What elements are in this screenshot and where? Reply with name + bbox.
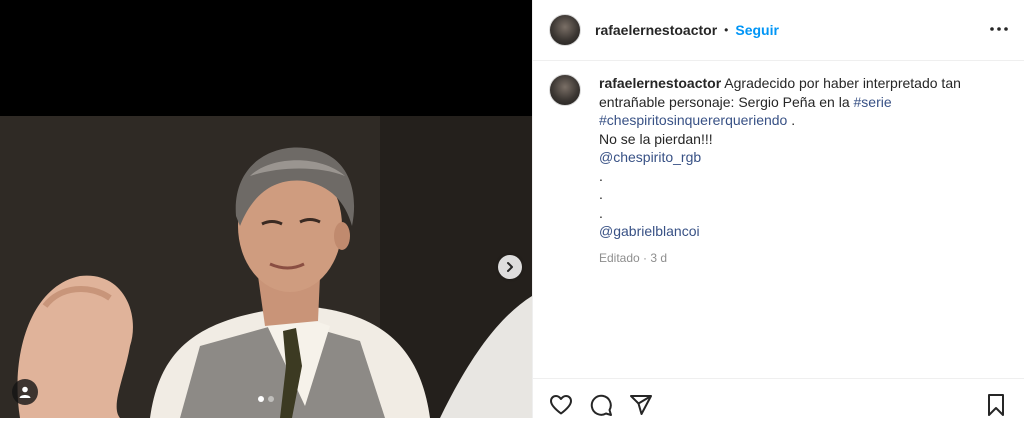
more-options-button[interactable] [990,20,1008,38]
hashtag-link[interactable]: #serie [854,94,892,110]
carousel-dot [258,396,264,402]
mention-link[interactable]: @chespirito_rgb [599,149,701,165]
like-button[interactable] [549,393,573,417]
comment-button[interactable] [589,393,613,417]
photo-illustration [0,116,532,418]
post-photo [0,116,532,418]
follow-button[interactable]: Seguir [735,22,779,38]
tagged-users-button[interactable] [12,379,38,405]
caption-dot: . [599,204,603,221]
caption-line: No se la pierdan!!! [599,130,713,147]
caption-dot: . [599,167,603,184]
carousel-dot [268,396,274,402]
author-username[interactable]: rafaelernestoactor [595,22,717,38]
bookmark-icon [988,394,1004,416]
author-avatar[interactable] [549,14,581,46]
send-icon [630,395,652,415]
mention-link[interactable]: @gabrielblancoi [599,223,700,239]
post-caption: rafaelernestoactor Agradecido por haber … [549,74,979,267]
hashtag-link[interactable]: #chespiritosinquererqueriendo [599,112,787,128]
header-separator: • [724,23,729,37]
heart-icon [550,395,572,415]
caption-dot: . [599,186,603,202]
next-slide-button[interactable] [498,255,522,279]
caption-paragraph: rafaelernestoactor Agradecido por haber … [599,74,979,130]
share-button[interactable] [629,393,653,417]
user-tag-icon [19,386,31,398]
caption-text: . [787,112,796,128]
more-options-icon [990,27,1008,31]
save-button[interactable] [984,393,1008,417]
post-meta: Editado · 3 d [599,250,668,265]
carousel-indicators [258,396,274,402]
caption-username[interactable]: rafaelernestoactor [599,75,721,91]
caption-body: rafaelernestoactor Agradecido por haber … [599,74,979,267]
comment-icon [590,394,612,416]
post-side-panel: rafaelernestoactor • Seguir rafaelernest… [532,0,1024,418]
post-media [0,0,532,418]
instagram-post-view: rafaelernestoactor • Seguir rafaelernest… [0,0,1024,418]
post-header: rafaelernestoactor • Seguir [533,0,1024,61]
chevron-right-icon [507,262,513,272]
caption-avatar[interactable] [549,74,581,106]
post-actions [533,378,1024,419]
